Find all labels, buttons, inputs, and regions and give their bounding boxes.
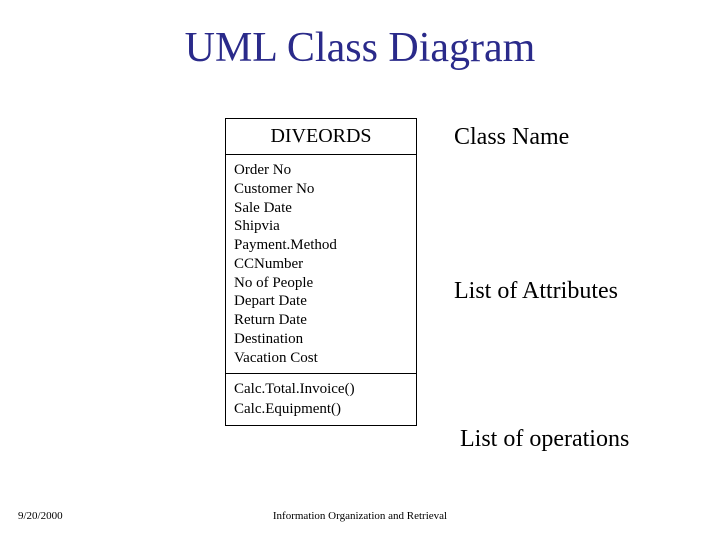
label-attributes: List of Attributes — [454, 278, 618, 305]
uml-attribute: Customer No — [234, 180, 408, 199]
footer-center: Information Organization and Retrieval — [0, 510, 720, 522]
uml-operation: Calc.Equipment() — [234, 400, 408, 420]
uml-attributes: Order No Customer No Sale Date Shipvia P… — [226, 155, 416, 374]
uml-attribute: Vacation Cost — [234, 349, 408, 368]
uml-attribute: Sale Date — [234, 199, 408, 218]
uml-attribute: No of People — [234, 274, 408, 293]
label-operations: List of operations — [460, 426, 629, 453]
uml-class-name: DIVEORDS — [226, 119, 416, 155]
uml-attribute: Order No — [234, 161, 408, 180]
uml-operation: Calc.Total.Invoice() — [234, 380, 408, 400]
uml-operations: Calc.Total.Invoice() Calc.Equipment() — [226, 374, 416, 425]
uml-class-box: DIVEORDS Order No Customer No Sale Date … — [225, 118, 417, 426]
uml-attribute: Payment.Method — [234, 236, 408, 255]
uml-attribute: Return Date — [234, 311, 408, 330]
page-title: UML Class Diagram — [0, 24, 720, 72]
uml-attribute: Destination — [234, 330, 408, 349]
uml-attribute: Depart Date — [234, 292, 408, 311]
label-class-name: Class Name — [454, 124, 569, 151]
uml-attribute: Shipvia — [234, 217, 408, 236]
slide: UML Class Diagram DIVEORDS Order No Cust… — [0, 0, 720, 540]
uml-attribute: CCNumber — [234, 255, 408, 274]
